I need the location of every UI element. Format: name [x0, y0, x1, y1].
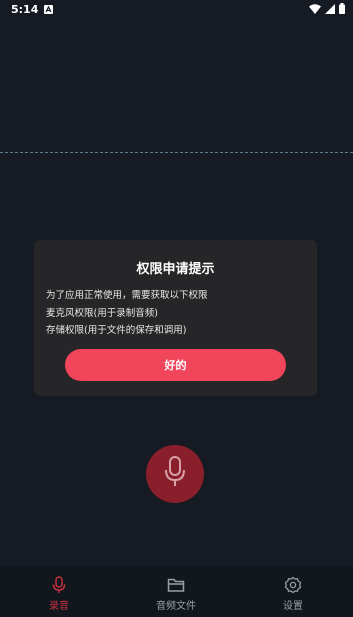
bottom-nav: 录音 音频文件 设置 [0, 566, 353, 617]
microphone-icon [50, 576, 68, 594]
dialog-message-line: 麦克风权限(用于录制音频) [46, 308, 158, 319]
dialog-title: 权限申请提示 [136, 262, 215, 277]
nav-label: 录音 [49, 601, 69, 612]
battery-icon [339, 3, 345, 17]
record-button[interactable] [146, 445, 204, 503]
signal-icon [325, 3, 335, 17]
status-icons [309, 3, 345, 17]
notification-icon [44, 4, 53, 14]
nav-item-audio-files[interactable]: 音频文件 [117, 566, 235, 617]
status-time: 5:14 [11, 3, 39, 16]
dialog-message-line: 存储权限(用于文件的保存和调用) [46, 325, 187, 336]
nav-item-record[interactable]: 录音 [0, 566, 118, 617]
waveform-baseline [0, 152, 353, 153]
gear-icon [284, 576, 302, 594]
nav-item-settings[interactable]: 设置 [234, 566, 352, 617]
status-bar: 5:14 [0, 0, 353, 20]
nav-label: 设置 [283, 601, 303, 612]
nav-label: 音频文件 [156, 601, 196, 612]
folder-icon [167, 576, 185, 594]
permission-dialog: 权限申请提示 为了应用正常使用，需要获取以下权限 麦克风权限(用于录制音频) 存… [34, 240, 317, 396]
ok-button[interactable]: 好的 [65, 349, 286, 381]
microphone-icon [163, 456, 187, 492]
wifi-icon [309, 3, 321, 17]
dialog-message-line: 为了应用正常使用，需要获取以下权限 [46, 290, 208, 301]
